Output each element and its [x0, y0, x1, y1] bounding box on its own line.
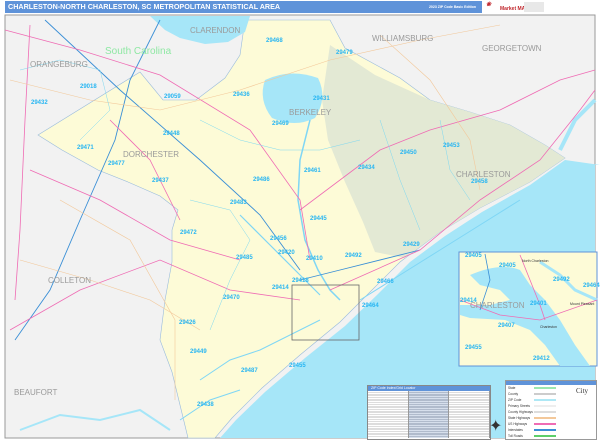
- metro-map[interactable]: South Carolina CLARENDON WILLIAMSBURG GE…: [0, 0, 600, 440]
- map-title: CHARLESTON-NORTH CHARLESTON, SC METROPOL…: [8, 2, 281, 11]
- county-label-berkeley: BERKELEY: [289, 108, 332, 117]
- zip-label[interactable]: 29466: [377, 279, 394, 285]
- inset-zip-label[interactable]: 29405: [465, 253, 482, 259]
- title-bar: CHARLESTON-NORTH CHARLESTON, SC METROPOL…: [5, 1, 482, 13]
- inset-zip-label[interactable]: 29405: [499, 263, 516, 269]
- zip-index-column: [449, 391, 491, 438]
- county-label-dorchester: DORCHESTER: [123, 150, 179, 159]
- zip-label[interactable]: 29414: [272, 285, 289, 291]
- zip-label[interactable]: 29456: [270, 236, 287, 242]
- zip-label[interactable]: 29018: [80, 84, 97, 90]
- inset-zip-label[interactable]: 29407: [498, 323, 515, 329]
- legend-item-primary-streets: Primary Streets: [508, 404, 530, 408]
- inset-zip-label[interactable]: 29455: [465, 345, 482, 351]
- county-label-georgetown: GEORGETOWN: [482, 44, 542, 53]
- county-label-williamsburg: WILLIAMSBURG: [372, 34, 433, 43]
- legend-item-us-highways: US Highways: [508, 422, 528, 426]
- zip-label[interactable]: 29461: [304, 168, 321, 174]
- legend-item-interstates: Interstates: [508, 428, 523, 432]
- zip-label[interactable]: 29450: [400, 150, 417, 156]
- zip-label[interactable]: 29464: [362, 303, 379, 309]
- legend-city-sample: City: [576, 387, 589, 395]
- inset-zip-label[interactable]: 29401: [530, 301, 547, 307]
- zip-label[interactable]: 29483: [230, 200, 247, 206]
- legend-swatch-primary-streets: [534, 405, 556, 407]
- zip-label[interactable]: 29453: [443, 143, 460, 149]
- inset-town-north-charleston: North Charleston: [522, 259, 549, 263]
- zip-label[interactable]: 29471: [77, 145, 94, 151]
- zip-label[interactable]: 29431: [313, 96, 330, 102]
- zip-label[interactable]: 29479: [336, 50, 353, 56]
- zip-label[interactable]: 29420: [278, 250, 295, 256]
- legend-item-zip: ZIP Code: [508, 398, 522, 402]
- zip-label[interactable]: 29445: [310, 216, 327, 222]
- publisher-logo: ❀ Market MAPS: [484, 0, 554, 14]
- zip-label[interactable]: 29486: [253, 177, 270, 183]
- inset-zip-label[interactable]: 29414: [460, 298, 477, 304]
- county-label-colleton: COLLETON: [48, 276, 91, 285]
- county-label-clarendon: CLARENDON: [190, 26, 240, 35]
- legend-item-county-highways: County Highways: [508, 410, 533, 414]
- legend-swatch-county-highways: [534, 411, 556, 413]
- zip-label[interactable]: 29418: [292, 278, 309, 284]
- zip-label[interactable]: 29438: [197, 402, 214, 408]
- zip-label[interactable]: 29059: [164, 94, 181, 100]
- zip-label[interactable]: 29436: [233, 92, 250, 98]
- county-label-orangeburg: ORANGEBURG: [30, 60, 88, 69]
- zip-label[interactable]: 29426: [179, 320, 196, 326]
- inset-town-mount-pleasant: Mount Pleasant: [570, 302, 594, 306]
- zip-index-panel: ZIP Code Index/Grid Locator: [367, 385, 491, 440]
- legend-swatch-toll-roads: [534, 435, 556, 437]
- zip-label[interactable]: 29448: [163, 131, 180, 137]
- zip-label[interactable]: 29469: [272, 121, 289, 127]
- logo-mark: ❀: [486, 2, 492, 8]
- zip-label[interactable]: 29472: [180, 230, 197, 236]
- inset-city-label: CHARLESTON: [470, 301, 525, 310]
- legend-item-state: State: [508, 386, 516, 390]
- inset-zip-label[interactable]: 29492: [553, 277, 570, 283]
- county-label-beaufort: BEAUFORT: [14, 388, 58, 397]
- zip-label[interactable]: 29487: [241, 368, 258, 374]
- zip-label[interactable]: 29437: [152, 178, 169, 184]
- legend-swatch-county: [534, 393, 556, 395]
- logo-side-panel: [524, 2, 544, 12]
- zip-label[interactable]: 29468: [266, 38, 283, 44]
- legend-swatch-interstates: [534, 429, 556, 431]
- zip-label[interactable]: 29470: [223, 295, 240, 301]
- zip-label[interactable]: 29429: [403, 242, 420, 248]
- edition-label: 2023 ZIP Code Basic Edition: [428, 5, 476, 9]
- inset-town-charleston: Charleston: [540, 325, 557, 329]
- inset-zip-label[interactable]: 29412: [533, 356, 550, 362]
- inset-zip-label[interactable]: 29464: [583, 283, 600, 289]
- zip-label[interactable]: 29410: [306, 256, 323, 262]
- legend-item-state-highways: State Highways: [508, 416, 531, 420]
- zip-label[interactable]: 29432: [31, 100, 48, 106]
- zip-index-column: [408, 391, 450, 438]
- legend-header: [506, 381, 596, 385]
- legend-item-toll-roads: Toll Roads: [508, 434, 523, 438]
- zip-label[interactable]: 29492: [345, 253, 362, 259]
- zip-label[interactable]: 29434: [358, 165, 375, 171]
- map-legend: State County ZIP Code Primary Streets Co…: [505, 380, 597, 440]
- legend-swatch-state: [534, 387, 556, 389]
- compass-rose-icon: ✦: [489, 418, 503, 435]
- zip-label[interactable]: 29455: [289, 363, 306, 369]
- zip-label[interactable]: 29458: [471, 179, 488, 185]
- state-label: South Carolina: [105, 46, 172, 57]
- zip-label[interactable]: 29477: [108, 161, 125, 167]
- legend-swatch-state-highways: [534, 417, 556, 419]
- legend-swatch-us-highways: [534, 423, 556, 425]
- zip-label[interactable]: 29449: [190, 349, 207, 355]
- legend-swatch-zip: [534, 399, 556, 401]
- county-label-charleston: CHARLESTON: [456, 170, 511, 179]
- inset-map[interactable]: CHARLESTON North Charleston Charleston M…: [458, 251, 600, 367]
- zip-label[interactable]: 29485: [236, 255, 253, 261]
- zip-index-column: [368, 391, 409, 438]
- legend-item-county: County: [508, 392, 519, 396]
